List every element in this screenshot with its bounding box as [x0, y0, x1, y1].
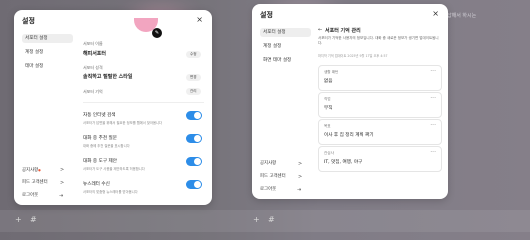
more-options-icon[interactable]: ··· [430, 95, 436, 102]
logout-item[interactable]: 로그아웃 [22, 192, 38, 200]
section-title: 서포터 기억 관리 [325, 28, 361, 34]
edit-avatar-icon[interactable]: ✎ [152, 28, 162, 38]
support-center-item[interactable]: 피드 고객센터 [260, 173, 286, 181]
notice-item[interactable]: 공지사항 [260, 160, 276, 168]
change-persona-button[interactable]: 변경 [186, 74, 201, 81]
settings-modal: 설정 × 서포터 설정 계정 설정 테마 설정 공지사항● > 피드 고객센터 … [14, 10, 212, 205]
chevron-right-icon[interactable]: > [60, 167, 64, 173]
supporter-memory-label: 서포터 기억 [83, 89, 103, 94]
more-options-icon[interactable]: ··· [430, 149, 436, 156]
sidebar-item-account[interactable]: 계정 설정 [260, 42, 311, 51]
edit-name-button[interactable]: 수정 [186, 51, 201, 58]
memory-label: 생활 패턴 [324, 70, 339, 74]
sidebar-item-supporter[interactable]: 서포터 설정 [22, 34, 73, 43]
memory-card-goal[interactable]: 목표 이사 후 집 정리 계획 짜기 ··· [318, 119, 442, 145]
auto-search-toggle[interactable] [186, 111, 202, 120]
background-plus-icon: + [15, 215, 22, 224]
auto-search-desc: 서포터가 답변을 위해서 필요한 정보를 웹에서 찾아봅니다 [83, 121, 163, 125]
notice-item[interactable]: 공지사항● [22, 166, 41, 174]
support-center-item[interactable]: 피드 고객센터 [22, 179, 48, 187]
background-hash-icon: # [30, 215, 37, 224]
memory-settings-modal: 설정 × 서포터 설정 계정 설정 화면 테마 설정 공지사항 > 피드 고객센… [252, 4, 448, 199]
sidebar-item-theme[interactable]: 테마 설정 [22, 62, 73, 71]
auto-search-title: 자동 인터넷 검색 [83, 113, 116, 118]
close-icon[interactable]: × [432, 9, 439, 18]
supporter-persona-label: 서포터 성격 [83, 65, 103, 70]
memory-value: 무직 [324, 106, 333, 111]
background-hash-icon: # [268, 215, 275, 224]
sidebar-item-theme[interactable]: 화면 테마 설정 [260, 56, 311, 65]
notice-label: 공지사항 [22, 168, 39, 173]
close-icon[interactable]: × [196, 15, 203, 24]
divider [83, 102, 204, 103]
memory-card-job[interactable]: 직업 무직 ··· [318, 92, 442, 118]
memory-card-interests[interactable]: 관심사 IT, 맛집, 여행, 야구 ··· [318, 146, 442, 172]
newsletter-desc: 서포터의 맞춤형 뉴스레터를 받아봅니다 [83, 190, 138, 194]
background-chat-text: 답해서 하시는 [447, 13, 477, 19]
chevron-right-icon[interactable]: > [298, 161, 302, 167]
logout-icon[interactable]: ⇥ [297, 187, 301, 193]
newsletter-title: 뉴스레터 수신 [83, 182, 110, 187]
modal-header: 설정 × [252, 4, 448, 26]
manage-memory-button[interactable]: 관리 [186, 88, 201, 95]
logout-item[interactable]: 로그아웃 [260, 186, 276, 194]
notice-badge: ● [38, 168, 41, 172]
memory-value: 이사 후 집 정리 계획 짜기 [324, 133, 374, 138]
supporter-name-value: 해피서포터 [83, 51, 107, 57]
modal-title: 설정 [260, 11, 273, 19]
memory-value: IT, 맛집, 여행, 야구 [324, 160, 363, 165]
suggested-questions-desc: 대화 중에 추천 질문을 표시합니다 [83, 144, 130, 148]
suggested-questions-title: 대화 중 추천 질문 [83, 136, 117, 141]
chevron-right-icon[interactable]: > [60, 180, 64, 186]
modal-title: 설정 [22, 17, 35, 25]
memory-label: 관심사 [324, 151, 334, 155]
supporter-persona-value: 솔직하고 털털한 스타일 [83, 74, 133, 80]
memory-value: 없음 [324, 79, 333, 84]
tool-suggestions-toggle[interactable] [186, 157, 202, 166]
more-options-icon[interactable]: ··· [430, 68, 436, 75]
tool-suggestions-desc: 서포터가 도구 사용을 제안하도록 허용합니다 [83, 167, 145, 171]
more-options-icon[interactable]: ··· [430, 122, 436, 129]
sidebar-item-supporter[interactable]: 서포터 설정 [260, 28, 311, 37]
suggested-questions-toggle[interactable] [186, 134, 202, 143]
sidebar-item-account[interactable]: 계정 설정 [22, 48, 73, 57]
newsletter-toggle[interactable] [186, 180, 202, 189]
memory-label: 직업 [324, 97, 331, 101]
logout-icon[interactable]: ⇥ [59, 193, 63, 199]
section-description: 서포터가 기억한 사용자의 정보입니다. 대화 중 새로운 정보가 생기면 업데… [318, 36, 439, 45]
memory-card-lifestyle[interactable]: 생활 패턴 없음 ··· [318, 65, 442, 91]
background-input-bar [0, 210, 530, 232]
memory-label: 목표 [324, 124, 331, 128]
supporter-name-label: 서포터 이름 [83, 41, 103, 46]
back-arrow-icon[interactable]: ← [318, 27, 322, 33]
background-plus-icon: + [253, 215, 260, 224]
chevron-right-icon[interactable]: > [298, 174, 302, 180]
last-updated-text: 마지막 기억 업데이트 2025년 9월 17일 오후 4:57 [318, 54, 388, 58]
tool-suggestions-title: 대화 중 도구 제안 [83, 159, 117, 164]
modal-header: 설정 × [14, 10, 212, 32]
